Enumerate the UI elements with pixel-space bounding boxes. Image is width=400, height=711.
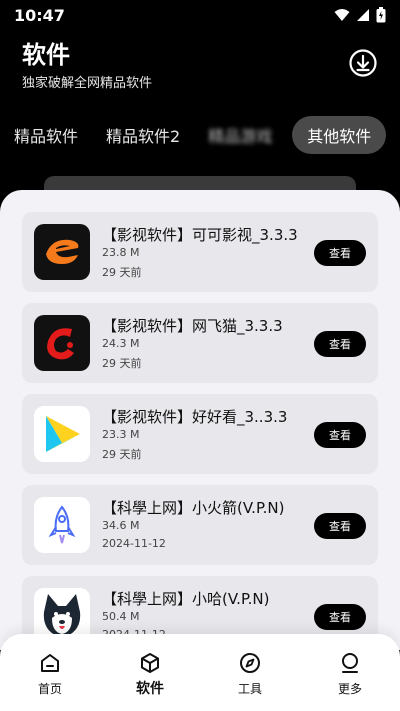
item-date: 29 天前 — [102, 448, 142, 461]
compass-icon — [240, 653, 260, 673]
wifi-icon — [334, 9, 350, 21]
header: 软件 独家破解全网精品软件 — [22, 40, 378, 96]
status-time: 10:47 — [14, 5, 65, 25]
bottom-nav: 首页 软件 工具 更多 — [0, 634, 400, 711]
tab-premium-games[interactable]: 精品游戏 — [194, 116, 286, 154]
item-size: 23.8 M — [102, 246, 140, 259]
item-title: 【影视软件】好好看_3..3.3 — [102, 408, 288, 426]
view-button[interactable]: 查看 — [314, 331, 366, 357]
download-icon — [349, 49, 377, 77]
item-title: 【科學上网】小火箭(V.P.N) — [102, 499, 285, 517]
tab-other-software[interactable]: 其他软件 — [292, 116, 387, 154]
item-date: 2024-11-12 — [102, 537, 166, 550]
tab-premium-software[interactable]: 精品软件 — [0, 116, 92, 154]
page-title: 软件 — [22, 41, 70, 69]
item-title: 【影视软件】网飞猫_3.3.3 — [102, 317, 283, 335]
download-button[interactable] — [348, 48, 378, 78]
software-list: 【影视软件】可可影视_3.3.3 23.8 M 29 天前 查看 【影视软件】网… — [0, 190, 400, 650]
netflix-cat-icon — [34, 315, 90, 371]
nav-label: 工具 — [237, 682, 262, 696]
page-subtitle: 独家破解全网精品软件 — [22, 76, 153, 91]
status-bar: 10:47 — [0, 0, 400, 30]
item-title: 【科學上网】小哈(V.P.N) — [102, 590, 270, 608]
list-item[interactable]: 【影视软件】可可影视_3.3.3 23.8 M 29 天前 查看 — [22, 212, 378, 292]
rocket-icon — [34, 497, 90, 553]
view-button[interactable]: 查看 — [314, 604, 366, 630]
item-size: 34.6 M — [102, 519, 140, 532]
item-title: 【影视软件】可可影视_3.3.3 — [102, 226, 298, 244]
nav-item-software[interactable]: 软件 — [115, 652, 185, 698]
list-item[interactable]: 【科學上网】小火箭(V.P.N) 34.6 M 2024-11-12 查看 — [22, 485, 378, 565]
nav-label: 首页 — [37, 682, 62, 696]
haohaokan-icon — [34, 406, 90, 462]
category-tabs: 精品软件 精品软件2 精品游戏 其他软件 — [0, 115, 400, 155]
nav-label: 更多 — [337, 682, 362, 696]
item-date: 29 天前 — [102, 357, 142, 370]
keke-video-icon — [34, 224, 90, 280]
item-size: 50.4 M — [102, 610, 140, 623]
list-item[interactable]: 【影视软件】网飞猫_3.3.3 24.3 M 29 天前 查看 — [22, 303, 378, 383]
cube-icon — [141, 653, 159, 673]
battery-icon — [376, 7, 386, 23]
status-icons — [334, 7, 386, 23]
more-icon — [342, 653, 358, 673]
item-size: 24.3 M — [102, 337, 140, 350]
view-button[interactable]: 查看 — [314, 240, 366, 266]
view-button[interactable]: 查看 — [314, 422, 366, 448]
nav-label: 软件 — [136, 681, 164, 697]
item-size: 23.3 M — [102, 428, 140, 441]
view-button[interactable]: 查看 — [314, 513, 366, 539]
home-icon — [41, 654, 59, 672]
nav-item-home[interactable]: 首页 — [15, 652, 85, 697]
nav-item-tools[interactable]: 工具 — [215, 652, 285, 697]
signal-icon — [357, 9, 369, 21]
nav-item-more[interactable]: 更多 — [315, 652, 385, 697]
item-date: 29 天前 — [102, 266, 142, 279]
tab-premium-software-2[interactable]: 精品软件2 — [92, 116, 194, 154]
list-item[interactable]: 【影视软件】好好看_3..3.3 23.3 M 29 天前 查看 — [22, 394, 378, 474]
